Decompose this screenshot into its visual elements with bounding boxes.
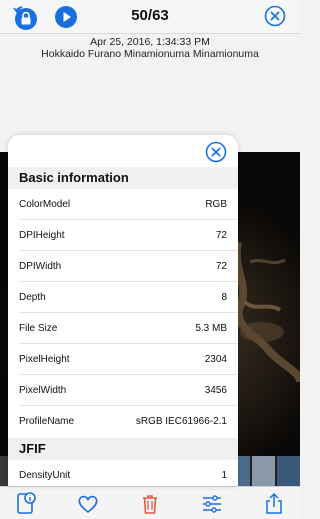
photo-caption: Apr 25, 2016, 1:34:33 PM Hokkaido Furano… [0,36,300,60]
info-key: PixelHeight [19,354,70,365]
thumbnail[interactable] [251,456,275,486]
info-row: PixelWidth 3456 [19,375,238,406]
info-row: DPIWidth 72 [19,251,238,282]
share-icon[interactable] [262,492,286,516]
info-value: RGB [205,199,227,210]
info-row: Depth 8 [19,282,238,313]
photo-date: Apr 25, 2016, 1:34:33 PM [90,36,210,48]
info-value: 3456 [204,385,227,396]
trash-icon[interactable] [138,492,162,516]
info-row: DPIHeight 72 [19,220,238,251]
info-row: ProfileName sRGB IEC61966-2.1 [19,406,238,437]
info-value: 8 [221,292,227,303]
section-header-jfif: JFIF [8,438,238,460]
info-key: Depth [19,292,46,303]
info-value: 72 [215,230,227,241]
info-row: File Size 5.3 MB [19,313,238,344]
photo-location: Hokkaido Furano Minamionuma Minamionuma [41,48,259,60]
info-value: 2304 [204,354,227,365]
section-header-basic-information: Basic information [8,167,238,189]
info-key: ProfileName [19,416,75,427]
info-key: DensityUnit [19,470,71,481]
lock-rotation-icon[interactable] [12,5,38,31]
thumbnail[interactable] [276,456,301,486]
info-key: DPIHeight [19,230,65,241]
info-row: DensityUnit 1 [19,460,238,486]
info-value: 5.3 MB [195,323,227,334]
info-value: 72 [215,261,227,272]
info-key: ColorModel [19,199,71,210]
info-key: PixelWidth [19,385,67,396]
info-row: ColorModel RGB [19,189,238,220]
bottom-toolbar [0,486,300,519]
info-sheet[interactable]: Basic information ColorModel RGB DPIHeig… [8,135,238,486]
photo-counter: 50/63 [131,7,169,24]
info-row: PixelHeight 2304 [19,344,238,375]
info-icon[interactable] [14,492,38,516]
info-key: DPIWidth [19,261,62,272]
heart-icon[interactable] [76,492,100,516]
close-icon[interactable] [205,141,227,163]
info-key: File Size [19,323,58,334]
sliders-icon[interactable] [200,492,224,516]
info-value: 1 [221,470,227,481]
top-toolbar: 50/63 [0,0,300,34]
close-icon[interactable] [264,5,286,27]
info-value: sRGB IEC61966-2.1 [135,416,227,427]
play-icon[interactable] [54,5,78,29]
